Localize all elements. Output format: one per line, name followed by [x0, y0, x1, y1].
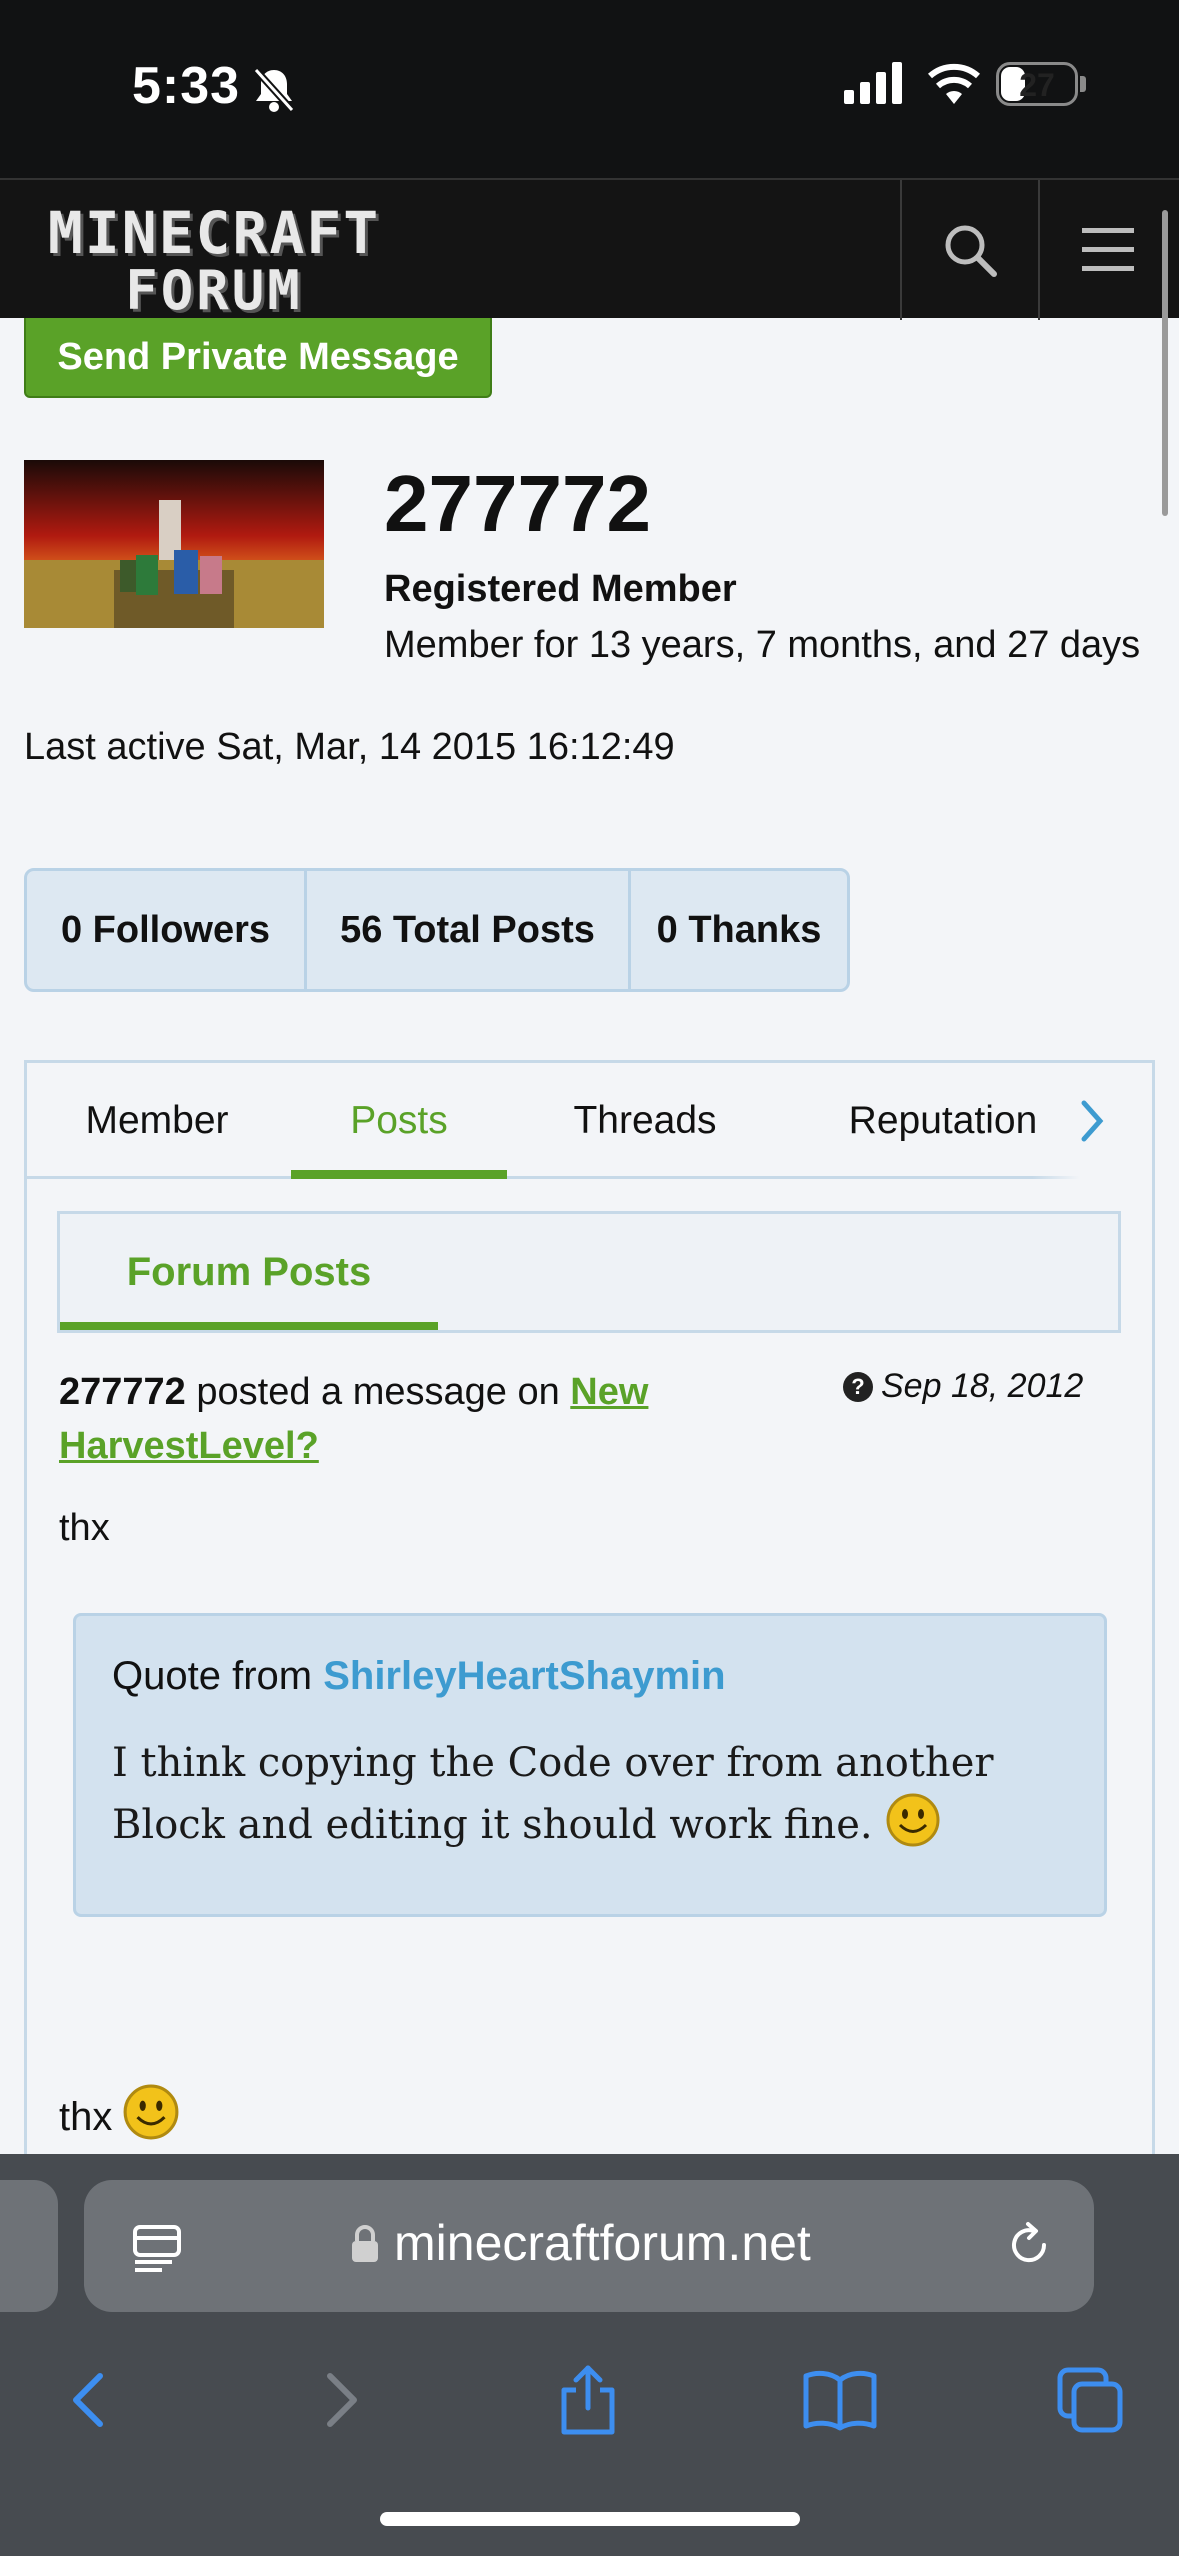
page-scrollbar[interactable] [1162, 210, 1168, 516]
menu-button[interactable] [1038, 180, 1176, 320]
site-logo[interactable]: MINECRAFT FORUM [28, 199, 400, 318]
profile-tabs: Member Posts Threads Reputation [27, 1063, 1152, 1179]
battery-cap [1080, 76, 1086, 92]
search-button[interactable] [900, 180, 1038, 320]
logo-line1: MINECRAFT [47, 199, 381, 267]
reload-icon[interactable] [1004, 2220, 1054, 2275]
last-active: Last active Sat, Mar, 14 2015 16:12:49 [24, 726, 675, 768]
post-action: posted a message on [196, 1371, 560, 1413]
profile-role: Registered Member [384, 568, 737, 610]
back-button[interactable] [38, 2350, 138, 2450]
share-button[interactable] [538, 2350, 638, 2450]
tabs-scroll-right-button[interactable] [1032, 1063, 1152, 1179]
quote-block: Quote from ShirleyHeartShaymin I think c… [73, 1613, 1107, 1917]
question-circle-icon: ? [843, 1371, 873, 1402]
lock-icon [350, 2224, 380, 2269]
battery-level: 27 [1019, 67, 1055, 103]
tabs-icon [1057, 2367, 1123, 2433]
forward-button[interactable] [292, 2350, 392, 2450]
quote-header: Quote from ShirleyHeartShaymin [112, 1654, 726, 1699]
logo-line2: FORUM [125, 259, 303, 322]
page-menu-icon[interactable] [132, 2222, 182, 2277]
browser-nav [0, 2350, 1179, 2450]
profile-panel: Member Posts Threads Reputation Forum Po… [24, 1060, 1155, 2160]
profile-username: 277772 [384, 459, 651, 548]
sub-tabs: Forum Posts [57, 1211, 1121, 1333]
home-indicator[interactable] [380, 2512, 800, 2526]
tab-threads[interactable]: Threads [537, 1063, 753, 1179]
tab-posts[interactable]: Posts [291, 1063, 507, 1179]
book-icon [803, 2370, 877, 2431]
avatar [24, 460, 324, 628]
site-header: MINECRAFT FORUM [0, 178, 1179, 320]
stat-followers[interactable]: 0 Followers [27, 871, 307, 989]
bookmarks-button[interactable] [790, 2350, 890, 2450]
smiley-icon [122, 2083, 180, 2151]
url-text[interactable]: minecraftforum.net [394, 2214, 811, 2272]
menu-icon [1082, 228, 1134, 271]
search-icon [945, 225, 997, 277]
chevron-left-icon [73, 2373, 103, 2427]
quote-prefix: Quote from [112, 1654, 313, 1698]
quote-body: I think copying the Code over from anoth… [112, 1734, 1072, 1864]
chevron-right-icon [327, 2373, 357, 2427]
quote-text: I think copying the Code over from anoth… [112, 1740, 994, 1848]
send-private-message-button[interactable]: Send Private Message [24, 318, 492, 398]
stat-thanks[interactable]: 0 Thanks [631, 871, 847, 989]
post-text-2: thx [59, 2083, 180, 2151]
post-date: ? Sep 18, 2012 [843, 1367, 1083, 1406]
post-text-2-label: thx [59, 2094, 113, 2139]
browser-toolbar: minecraftforum.net [0, 2154, 1179, 2556]
status-bar: 5:33 27 [0, 0, 1179, 178]
wifi-icon [926, 62, 982, 109]
smiley-icon [885, 1792, 941, 1864]
previous-tab-preview[interactable] [0, 2180, 58, 2312]
tab-member[interactable]: Member [57, 1063, 257, 1179]
bell-slash-icon [252, 66, 296, 119]
sub-tab-forum-posts[interactable]: Forum Posts [60, 1214, 438, 1330]
stat-total-posts[interactable]: 56 Total Posts [307, 871, 631, 989]
status-time: 5:33 [132, 57, 241, 115]
post-date-text: Sep 18, 2012 [881, 1367, 1084, 1405]
address-bar[interactable]: minecraftforum.net [84, 2180, 1094, 2312]
quote-author-link[interactable]: ShirleyHeartShaymin [323, 1654, 725, 1698]
tabs-button[interactable] [1040, 2350, 1140, 2450]
profile-stats: 0 Followers 56 Total Posts 0 Thanks [24, 868, 850, 992]
battery-icon: 27 [996, 62, 1078, 106]
share-icon [561, 2365, 615, 2435]
post-author[interactable]: 277772 [59, 1371, 186, 1413]
chevron-right-icon [1081, 1100, 1104, 1142]
signal-icon [844, 62, 904, 109]
member-duration: Member for 13 years, 7 months, and 27 da… [384, 624, 1141, 666]
post-text: thx [59, 1507, 110, 1549]
post-header: 277772 posted a message on New HarvestLe… [59, 1365, 819, 1473]
